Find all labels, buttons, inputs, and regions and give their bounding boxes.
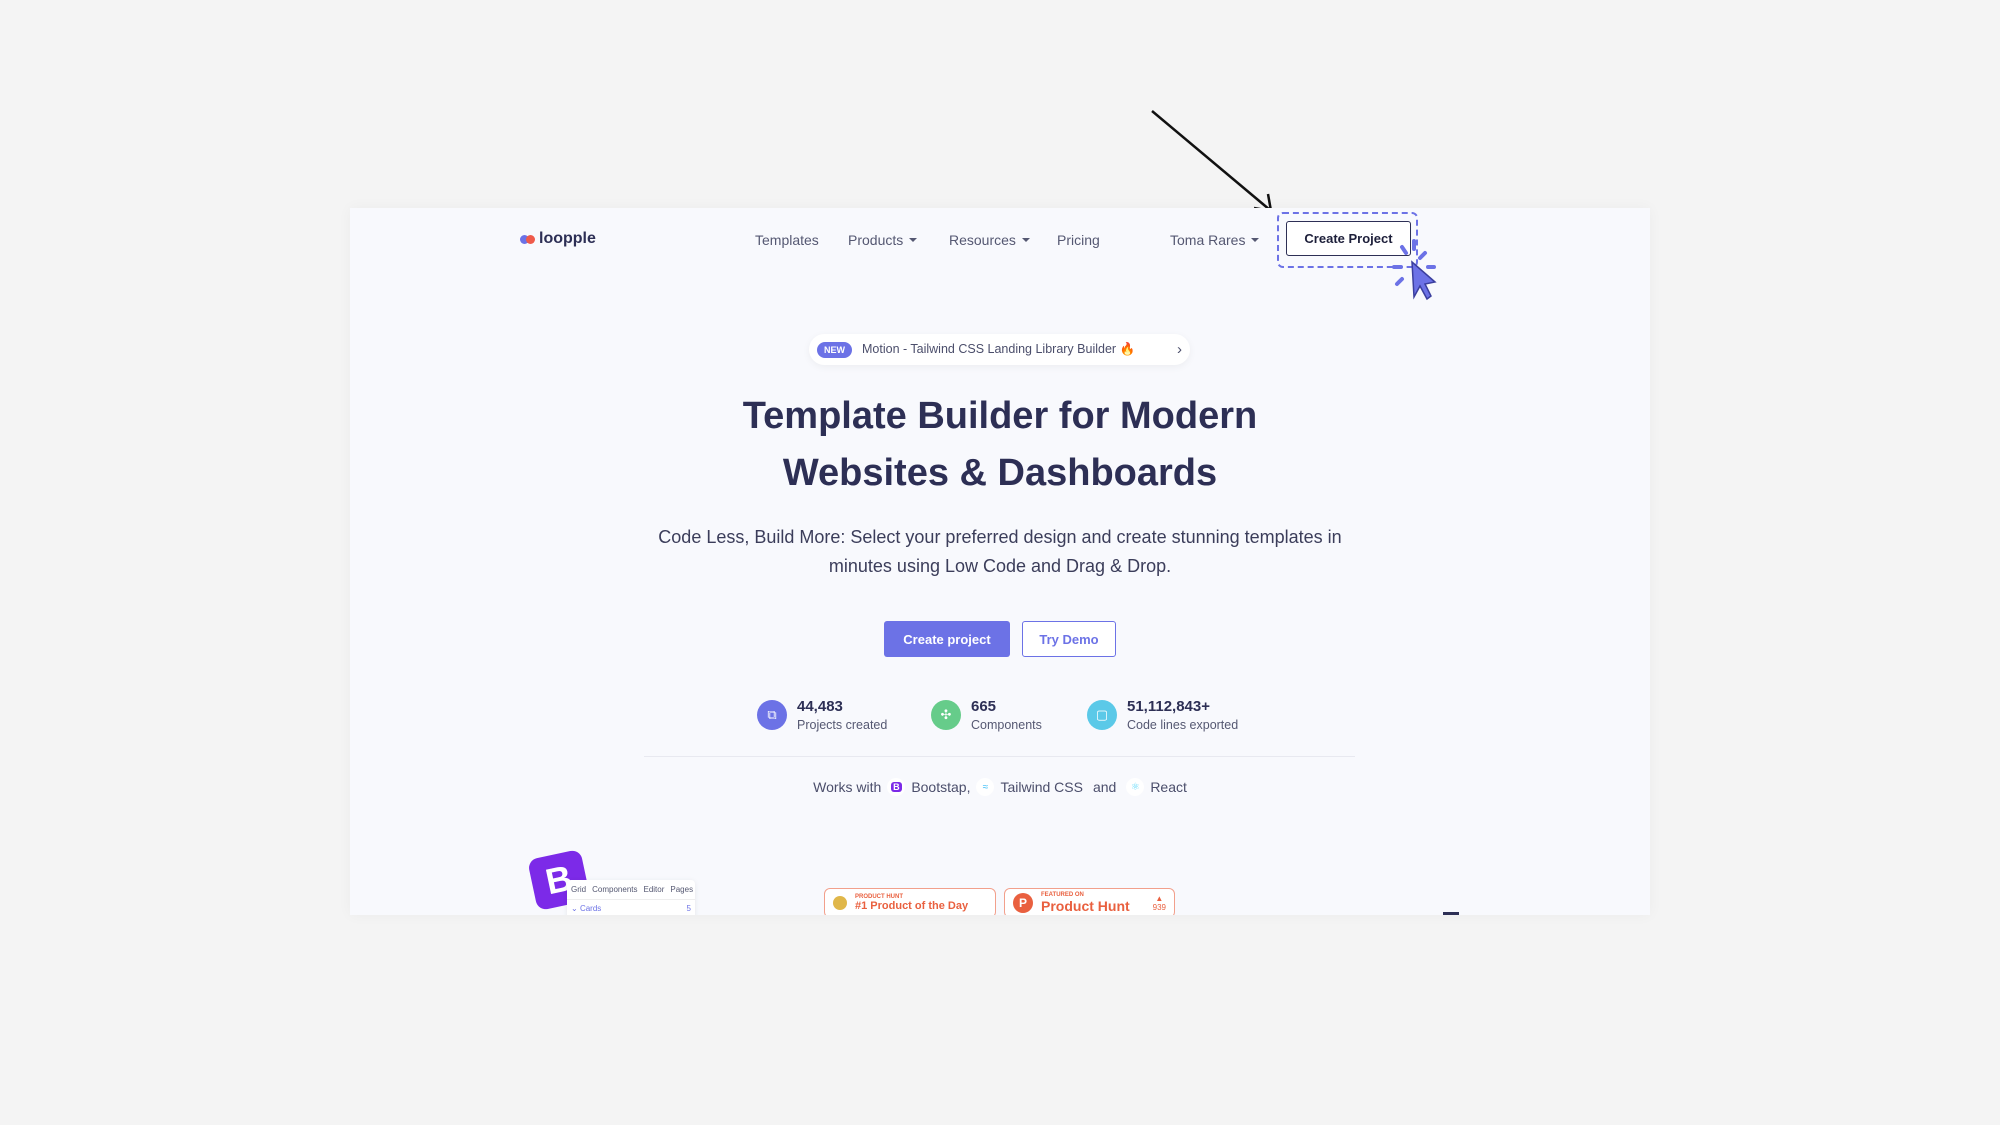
cursor-click-icon bbox=[1392, 239, 1437, 301]
user-menu[interactable]: Toma Rares bbox=[1170, 232, 1260, 248]
nav-products[interactable]: Products bbox=[848, 232, 918, 248]
try-demo-button[interactable]: Try Demo bbox=[1022, 621, 1116, 657]
nav-templates[interactable]: Templates bbox=[755, 232, 819, 248]
caret-down-icon bbox=[1021, 238, 1030, 242]
works-with: Works with B Bootstap, ≈ Tailwind CSS an… bbox=[813, 778, 1187, 796]
announcement-banner[interactable]: NEW Motion - Tailwind CSS Landing Librar… bbox=[809, 334, 1190, 365]
page-title: Template Builder for Modern Websites & Da… bbox=[742, 395, 1258, 494]
chat-widget-edge bbox=[1443, 912, 1459, 915]
builder-preview: Grid Components Editor Pages ⌄ Cards 5 bbox=[567, 880, 695, 915]
react-icon: ⚛ bbox=[1126, 778, 1145, 796]
chevron-right-icon: › bbox=[1177, 341, 1182, 358]
website-page: loopple Templates Products Resources Pri… bbox=[350, 208, 1650, 915]
divider bbox=[644, 756, 1355, 757]
product-hunt-icon: P bbox=[1013, 893, 1033, 913]
tailwind-icon: ≈ bbox=[976, 778, 995, 796]
caret-down-icon bbox=[909, 238, 918, 242]
logo-text: loopple bbox=[539, 230, 596, 247]
new-badge: NEW bbox=[817, 341, 852, 358]
nav-resources[interactable]: Resources bbox=[949, 232, 1030, 248]
stat-components: ✣ 665 Components bbox=[931, 698, 1042, 732]
create-project-button[interactable]: Create project bbox=[884, 621, 1010, 657]
logo[interactable]: loopple bbox=[520, 230, 596, 248]
caret-down-icon bbox=[1251, 238, 1260, 242]
puzzle-icon: ✣ bbox=[931, 700, 961, 730]
medal-icon bbox=[833, 896, 847, 910]
hero-subtitle: Code Less, Build More: Select your prefe… bbox=[658, 527, 1342, 576]
announcement-text: Motion - Tailwind CSS Landing Library Bu… bbox=[862, 342, 1136, 356]
featured-product-hunt-badge[interactable]: P FEATURED ON Product Hunt ▲ 939 bbox=[1004, 888, 1175, 915]
upvote-icon: ▲ bbox=[1155, 894, 1164, 903]
stat-code-lines: ▢ 51,112,843+ Code lines exported bbox=[1087, 698, 1238, 732]
stat-projects: ⧉ 44,483 Projects created bbox=[757, 698, 887, 732]
nav-pricing[interactable]: Pricing bbox=[1057, 232, 1100, 248]
bootstrap-icon: B bbox=[887, 778, 906, 796]
copy-icon: ⧉ bbox=[757, 700, 787, 730]
product-of-day-badge[interactable]: PRODUCT HUNT #1 Product of the Day bbox=[824, 888, 996, 915]
code-icon: ▢ bbox=[1087, 700, 1117, 730]
